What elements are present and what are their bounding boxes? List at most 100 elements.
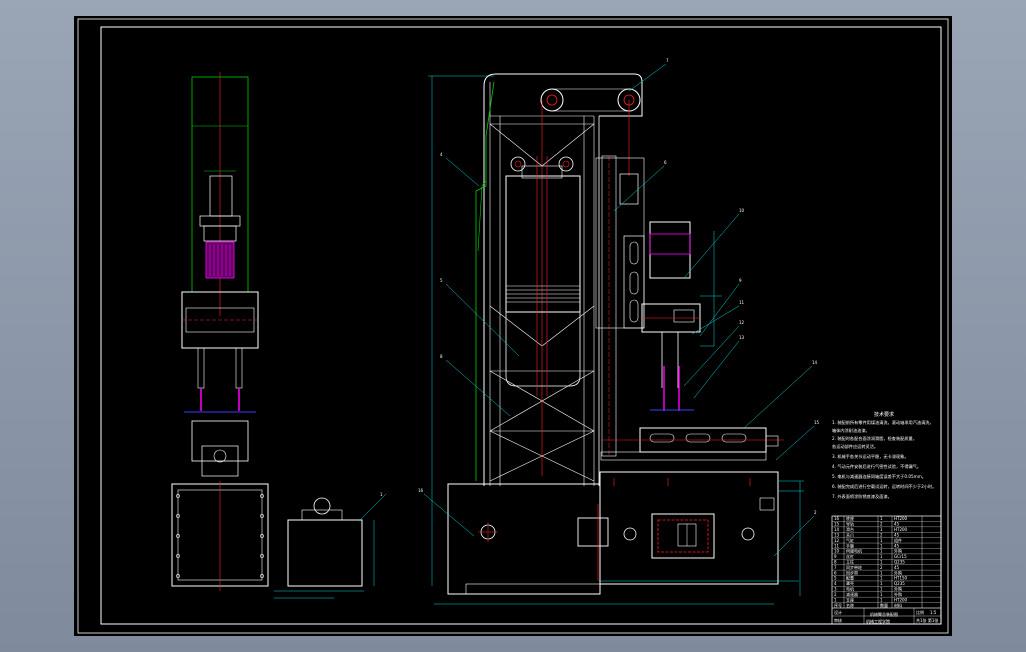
bom-cell: 1 [880, 527, 883, 532]
tech-req-line: 各运动部件应运转灵活。 [832, 443, 878, 450]
callout-6: 6 [664, 160, 667, 165]
bom-cell: 外购 [894, 569, 902, 575]
bom-cell: 9 [834, 554, 837, 559]
bom-cell: 滑台 [846, 526, 854, 532]
bom-cell: 5 [834, 576, 837, 581]
bom-cell: HT200 [894, 597, 908, 602]
bom-cell: 7 [834, 565, 837, 570]
tech-req-line: 1. 装配前所有零件用煤油清洗，滚动轴承用汽油清洗， [832, 419, 934, 426]
bom-cell: 15 [834, 522, 840, 527]
callout-8: 8 [440, 354, 443, 359]
bom-cell: 同步带 [846, 569, 858, 575]
tech-req-line: 5. 电机与减速器连接同轴度误差不大于0.05mm。 [832, 473, 926, 480]
side-view: 1 [171, 72, 387, 599]
checker-label: 审核 [834, 617, 842, 623]
bom-cell: 2 [880, 565, 883, 570]
callout-4: 4 [440, 152, 443, 157]
bom-cell: 外购 [894, 591, 902, 597]
main-base [447, 483, 601, 595]
technical-requirements: 技术要求 1. 装配前所有零件用煤油清洗，滚动轴承用汽油清洗， 箱体内涂耐油油漆… [832, 411, 936, 500]
bom-cell: Q235 [894, 560, 905, 565]
tech-req-line: 7. 外表面喷涂防锈底漆及面漆。 [832, 493, 892, 500]
bom-cell: 16 [834, 516, 840, 521]
bom-cell: 8 [834, 560, 837, 565]
callout-14: 14 [812, 360, 818, 365]
bom-cell: 12 [834, 538, 840, 543]
slide-base [599, 471, 779, 585]
bom-cell: 外购 [894, 586, 902, 592]
assembly-drawing: 1 4 5 8 16 7 6 10 9 11 12 13 14 15 2 技术要… [77, 18, 949, 634]
bom-cell: 1 [880, 538, 883, 543]
inner-frame [100, 26, 942, 625]
bom-cell: 丝杠 [846, 553, 854, 559]
bom-cell: 支座 [846, 596, 854, 602]
bom-cell: HT150 [894, 576, 908, 581]
bom-cell: 6 [834, 570, 837, 575]
tech-req-line: 6. 装配完成后进行空载试运转，运转时间不少于2小时。 [832, 483, 936, 490]
bom-cell: 外购 [894, 548, 902, 554]
callout-2: 2 [814, 510, 817, 515]
bom-cell: 1 [880, 592, 883, 597]
bom-cell: 45 [894, 522, 900, 527]
callout-11: 11 [739, 300, 745, 305]
outer-frame [77, 18, 949, 634]
bom-cell: 45 [894, 532, 900, 537]
designer-label: 设计 [834, 609, 842, 615]
tech-req-line: 2. 装配时各配合面涂润滑脂，检查装配质量， [832, 435, 917, 442]
bom-cell: 底座 [846, 515, 854, 521]
bom-cell: 减速器 [846, 591, 858, 597]
bom-cell: 1 [834, 597, 837, 602]
bom-cell: 手腕 [846, 542, 854, 548]
bom-header-cell: 数量 [880, 602, 888, 608]
bom-cell: 1 [880, 570, 883, 575]
bom-cell: 45 [894, 543, 900, 548]
bom-cell: 1 [880, 554, 883, 559]
callout-side-1: 1 [380, 492, 383, 497]
bom-cell: 伺服电机 [846, 548, 862, 554]
tech-req-line: 4. 气动元件安装后进行气密性试验，不得漏气。 [832, 463, 921, 470]
bom-cell: 同步带轮 [846, 564, 862, 570]
bom-cell: 3 [834, 587, 837, 592]
bom-cell: GCr15 [894, 554, 907, 559]
school-name: 机械工程学院 [866, 618, 890, 624]
sheet-count: 共1张 第1张 [916, 617, 938, 623]
bom-cell: HT200 [894, 527, 908, 532]
bom-cell: 1 [880, 597, 883, 602]
bom-cell: 14 [834, 527, 840, 532]
front-callouts: 4 5 8 16 7 6 10 9 11 12 13 14 15 2 [418, 58, 820, 515]
green-cover [475, 81, 495, 481]
tech-req-title: 技术要求 [874, 411, 894, 418]
bom-cell: 气缸 [846, 537, 854, 543]
callout-13: 13 [739, 335, 745, 340]
bom-cell: 13 [834, 532, 840, 537]
counterweight [505, 175, 581, 313]
bom-cell: 1 [880, 587, 883, 592]
bom-cell: 1 [880, 549, 883, 554]
cad-viewport: 1 4 5 8 16 7 6 10 9 11 12 13 14 15 2 技术要… [0, 0, 1026, 652]
title-block: 16 底座 1 HT20015 导轨 2 4514 滑台 1 HT20013 夹爪 2 4512 气缸 1 组… [831, 515, 942, 625]
bom-cell: 夹爪 [846, 531, 854, 537]
bom-cell: 2 [880, 532, 883, 537]
bom-cell: 1 [880, 560, 883, 565]
bom-cell: 45 [894, 565, 900, 570]
front-view: 4 5 8 16 7 6 10 9 11 12 13 14 15 2 [418, 58, 820, 605]
tech-req-line: 箱体内涂耐油油漆。 [832, 427, 870, 434]
bom-header-cell: 名称 [846, 602, 854, 608]
bom-cell: 1 [880, 581, 883, 586]
arm-motor [649, 221, 691, 279]
control-panel [651, 513, 715, 559]
bom-cell: 2 [834, 592, 837, 597]
callout-15: 15 [814, 420, 820, 425]
bom-cell: 组件 [894, 537, 902, 543]
bom-cell: 电机 [846, 586, 854, 592]
callout-16: 16 [418, 488, 424, 493]
side-motor-unit [287, 519, 363, 587]
bom-cell: 1 [880, 516, 883, 521]
scale-label: 比例 [916, 609, 924, 615]
bom-cell: 1 [880, 576, 883, 581]
bom-header-cell: 材料 [894, 602, 902, 608]
drawing-sheet: 1 4 5 8 16 7 6 10 9 11 12 13 14 15 2 技术要… [74, 16, 952, 636]
bom-cell: 配重 [846, 575, 854, 581]
bom-cell: 导轨 [846, 521, 854, 527]
drawing-title: 机械臂总装配图 [870, 611, 898, 617]
